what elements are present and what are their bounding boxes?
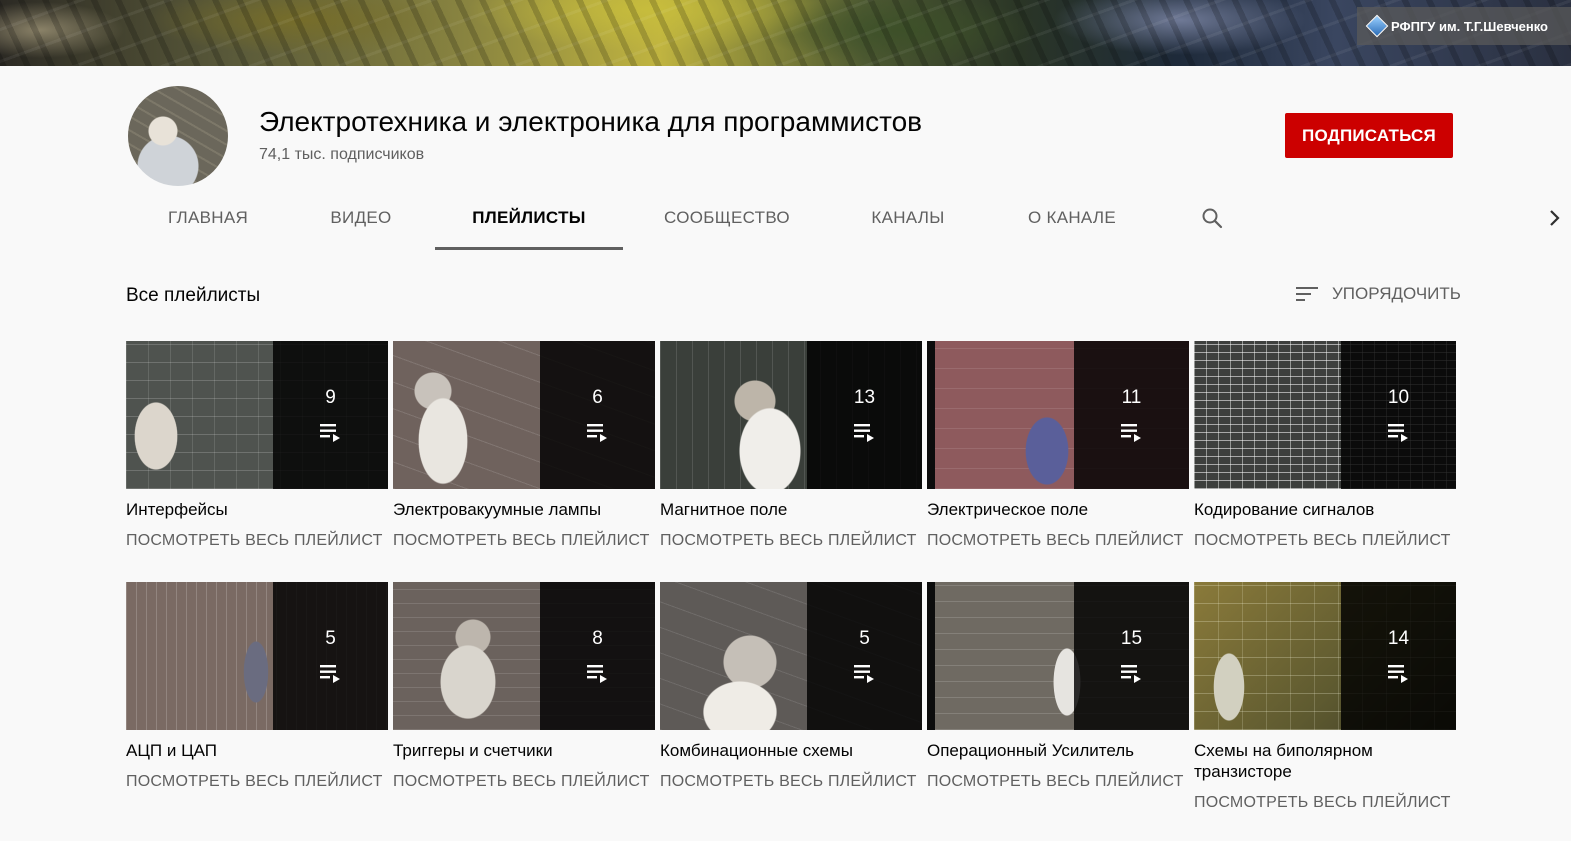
playlist-thumbnail[interactable]: 15	[927, 582, 1189, 730]
tab-channels[interactable]: КАНАЛЫ	[846, 186, 970, 250]
playlist-title[interactable]: Электрическое поле	[927, 499, 1189, 520]
playlist-count-overlay: 15	[1074, 582, 1189, 730]
search-icon[interactable]	[1200, 206, 1224, 230]
video-count: 5	[325, 628, 336, 649]
playlist-play-icon	[586, 665, 607, 683]
video-count: 14	[1387, 628, 1410, 649]
playlist-play-icon	[853, 665, 874, 683]
channel-avatar[interactable]	[128, 86, 228, 186]
playlist-count-overlay: 14	[1341, 582, 1456, 730]
playlist-count-overlay: 5	[273, 582, 388, 730]
channel-tabs: ГЛАВНАЯ ВИДЕО ПЛЕЙЛИСТЫ СООБЩЕСТВО КАНАЛ…	[126, 186, 1571, 250]
playlist-title[interactable]: Интерфейсы	[126, 499, 388, 520]
banner-watermark: РФПГУ им. Т.Г.Шевченко	[1357, 7, 1571, 45]
playlist-play-icon	[319, 665, 340, 683]
playlist-play-icon	[853, 424, 874, 442]
playlist-title[interactable]: АЦП и ЦАП	[126, 740, 388, 761]
subscribe-button[interactable]: ПОДПИСАТЬСЯ	[1285, 113, 1453, 158]
view-full-playlist-link[interactable]: ПОСМОТРЕТЬ ВЕСЬ ПЛЕЙЛИСТ	[1194, 532, 1456, 550]
playlist-card[interactable]: 10 Кодирование сигналов ПОСМОТРЕТЬ ВЕСЬ …	[1194, 341, 1456, 550]
playlist-title[interactable]: Комбинационные схемы	[660, 740, 922, 761]
tab-about[interactable]: О КАНАЛЕ	[1010, 186, 1134, 250]
playlist-title[interactable]: Схемы на биполярном транзисторе	[1194, 740, 1424, 782]
playlist-thumbnail[interactable]: 8	[393, 582, 655, 730]
playlist-play-icon	[1387, 665, 1408, 683]
playlist-card[interactable]: 13 Магнитное поле ПОСМОТРЕТЬ ВЕСЬ ПЛЕЙЛИ…	[660, 341, 922, 550]
tab-videos[interactable]: ВИДЕО	[290, 186, 432, 250]
view-full-playlist-link[interactable]: ПОСМОТРЕТЬ ВЕСЬ ПЛЕЙЛИСТ	[660, 773, 922, 791]
playlist-card[interactable]: 6 Электровакуумные лампы ПОСМОТРЕТЬ ВЕСЬ…	[393, 341, 655, 550]
playlist-count-overlay: 5	[807, 582, 922, 730]
video-count: 15	[1120, 628, 1143, 649]
playlist-play-icon	[319, 424, 340, 442]
playlist-thumbnail[interactable]: 5	[660, 582, 922, 730]
playlist-card[interactable]: 5 АЦП и ЦАП ПОСМОТРЕТЬ ВЕСЬ ПЛЕЙЛИСТ	[126, 582, 388, 791]
playlist-title[interactable]: Магнитное поле	[660, 499, 922, 520]
playlist-card[interactable]: 15 Операционный Усилитель ПОСМОТРЕТЬ ВЕС…	[927, 582, 1189, 791]
view-full-playlist-link[interactable]: ПОСМОТРЕТЬ ВЕСЬ ПЛЕЙЛИСТ	[927, 532, 1189, 550]
university-logo-icon	[1365, 14, 1389, 38]
banner-watermark-text: РФПГУ им. Т.Г.Шевченко	[1391, 18, 1548, 34]
playlist-play-icon	[1120, 665, 1141, 683]
playlist-thumbnail[interactable]: 13	[660, 341, 922, 489]
view-full-playlist-link[interactable]: ПОСМОТРЕТЬ ВЕСЬ ПЛЕЙЛИСТ	[1194, 794, 1456, 812]
sort-button[interactable]: УПОРЯДОЧИТЬ	[1294, 282, 1461, 306]
sort-icon	[1296, 287, 1318, 301]
playlist-count-overlay: 10	[1341, 341, 1456, 489]
playlist-card[interactable]: 5 Комбинационные схемы ПОСМОТРЕТЬ ВЕСЬ П…	[660, 582, 922, 791]
subscriber-count: 74,1 тыс. подписчиков	[259, 146, 425, 163]
video-count: 8	[592, 628, 603, 649]
playlist-play-icon	[1120, 424, 1141, 442]
playlist-card[interactable]: 11 Электрическое поле ПОСМОТРЕТЬ ВЕСЬ ПЛ…	[927, 341, 1189, 550]
playlist-thumbnail[interactable]: 11	[927, 341, 1189, 489]
video-count: 9	[325, 387, 336, 408]
playlist-card[interactable]: 14 Схемы на биполярном транзисторе ПОСМО…	[1194, 582, 1456, 812]
playlist-play-icon	[586, 424, 607, 442]
view-full-playlist-link[interactable]: ПОСМОТРЕТЬ ВЕСЬ ПЛЕЙЛИСТ	[393, 532, 655, 550]
sort-label: УПОРЯДОЧИТЬ	[1332, 284, 1461, 303]
playlist-title[interactable]: Операционный Усилитель	[927, 740, 1189, 761]
playlist-count-overlay: 8	[540, 582, 655, 730]
playlist-thumbnail[interactable]: 10	[1194, 341, 1456, 489]
playlist-thumbnail[interactable]: 9	[126, 341, 388, 489]
video-count: 13	[853, 387, 876, 408]
view-full-playlist-link[interactable]: ПОСМОТРЕТЬ ВЕСЬ ПЛЕЙЛИСТ	[126, 773, 388, 791]
playlist-thumbnail[interactable]: 5	[126, 582, 388, 730]
tab-playlists[interactable]: ПЛЕЙЛИСТЫ	[435, 186, 623, 250]
playlist-count-overlay: 9	[273, 341, 388, 489]
channel-title: Электротехника и электроника для програм…	[259, 106, 923, 137]
playlist-play-icon	[1387, 424, 1408, 442]
video-count: 10	[1387, 387, 1410, 408]
view-full-playlist-link[interactable]: ПОСМОТРЕТЬ ВЕСЬ ПЛЕЙЛИСТ	[927, 773, 1189, 791]
playlist-count-overlay: 11	[1074, 341, 1189, 489]
playlist-count-overlay: 13	[807, 341, 922, 489]
playlist-thumbnail[interactable]: 14	[1194, 582, 1456, 730]
video-count: 11	[1121, 387, 1142, 408]
playlist-title[interactable]: Электровакуумные лампы	[393, 499, 655, 520]
playlist-card[interactable]: 9 Интерфейсы ПОСМОТРЕТЬ ВЕСЬ ПЛЕЙЛИСТ	[126, 341, 388, 550]
playlist-title[interactable]: Кодирование сигналов	[1194, 499, 1456, 520]
view-full-playlist-link[interactable]: ПОСМОТРЕТЬ ВЕСЬ ПЛЕЙЛИСТ	[660, 532, 922, 550]
chevron-right-icon[interactable]	[1545, 206, 1565, 230]
video-count: 6	[592, 387, 603, 408]
playlist-card[interactable]: 8 Триггеры и счетчики ПОСМОТРЕТЬ ВЕСЬ ПЛ…	[393, 582, 655, 791]
view-full-playlist-link[interactable]: ПОСМОТРЕТЬ ВЕСЬ ПЛЕЙЛИСТ	[126, 532, 388, 550]
playlist-thumbnail[interactable]: 6	[393, 341, 655, 489]
view-full-playlist-link[interactable]: ПОСМОТРЕТЬ ВЕСЬ ПЛЕЙЛИСТ	[393, 773, 655, 791]
playlist-title[interactable]: Триггеры и счетчики	[393, 740, 655, 761]
tab-home[interactable]: ГЛАВНАЯ	[126, 186, 290, 250]
channel-header: Электротехника и электроника для програм…	[0, 66, 1571, 250]
channel-banner: РФПГУ им. Т.Г.Шевченко	[0, 0, 1571, 66]
video-count: 5	[859, 628, 870, 649]
section-title: Все плейлисты	[126, 285, 261, 306]
tab-community[interactable]: СООБЩЕСТВО	[645, 186, 809, 250]
playlist-count-overlay: 6	[540, 341, 655, 489]
